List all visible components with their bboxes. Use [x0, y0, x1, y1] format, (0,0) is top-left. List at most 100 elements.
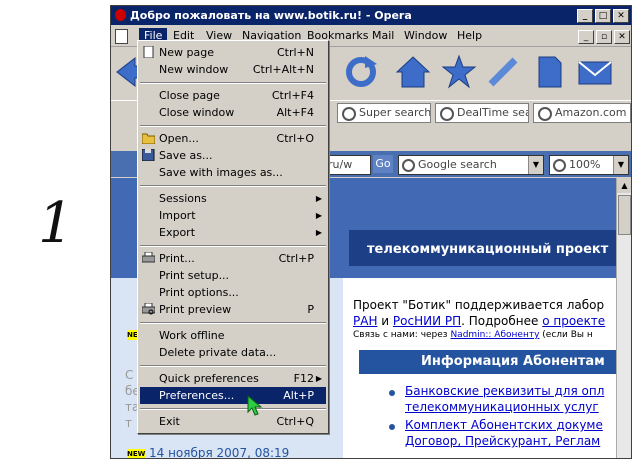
- menu-separator: [140, 125, 326, 127]
- menu-item-label: Quick preferences: [159, 372, 259, 385]
- menu-window[interactable]: Window: [404, 29, 447, 42]
- reload-icon[interactable]: [343, 54, 379, 90]
- file-menu-item-delete-private-data[interactable]: Delete private data...: [140, 344, 326, 361]
- print-preview-icon: [142, 303, 155, 315]
- chevron-down-icon[interactable]: ▼: [613, 156, 628, 174]
- about-project-link[interactable]: о проекте: [542, 314, 605, 328]
- super-search-field[interactable]: Super search: [337, 103, 431, 123]
- menu-separator: [140, 82, 326, 84]
- menu-item-label: Close page: [159, 89, 220, 102]
- menu-item-shortcut: Ctrl+Q: [276, 415, 314, 428]
- notes-pen-icon[interactable]: [485, 54, 521, 90]
- file-menu-item-save-as[interactable]: Save as...: [140, 147, 326, 164]
- document-page-icon[interactable]: [531, 54, 567, 90]
- amazon-search-field[interactable]: Amazon.com se: [533, 103, 631, 123]
- sidebar-fragment: т: [125, 416, 132, 430]
- bullet-link-1b[interactable]: телекоммуникационных услуг: [405, 400, 599, 414]
- bullet-link-1a[interactable]: Банковские реквизиты для опл: [405, 384, 604, 398]
- file-menu-item-sessions[interactable]: Sessions ▶: [140, 190, 326, 207]
- menu-separator: [140, 365, 326, 367]
- file-menu-item-work-offline[interactable]: Work offline: [140, 327, 326, 344]
- menu-item-label: Save as...: [159, 149, 213, 162]
- file-menu-item-print[interactable]: Print... Ctrl+P: [140, 250, 326, 267]
- menu-item-shortcut: Alt+F4: [276, 106, 314, 119]
- submenu-arrow-icon: ▶: [315, 374, 322, 383]
- menu-item-shortcut: Ctrl+P: [278, 252, 314, 265]
- menu-item-label: Open...: [159, 132, 199, 145]
- scroll-up-icon[interactable]: ▲: [617, 178, 631, 193]
- page-close-button[interactable]: ✕: [614, 30, 630, 44]
- dealtime-search-field[interactable]: DealTime search: [435, 103, 529, 123]
- bullet-icon: [389, 390, 395, 396]
- floppy-disk-icon: [142, 149, 155, 161]
- mail-icon[interactable]: [577, 54, 613, 90]
- file-menu-item-open[interactable]: Open... Ctrl+O: [140, 130, 326, 147]
- google-search-field[interactable]: Google search ▼: [398, 155, 544, 175]
- new-badge: NEW: [127, 449, 146, 458]
- go-button[interactable]: Go: [373, 155, 393, 173]
- file-menu-item-close-page[interactable]: Close page Ctrl+F4: [140, 87, 326, 104]
- title-bar: Добро пожаловать на www.botik.ru! - Oper…: [111, 6, 631, 25]
- document-icon[interactable]: [115, 29, 128, 44]
- file-menu-item-print-setup[interactable]: Print setup...: [140, 267, 326, 284]
- chevron-down-icon[interactable]: ▼: [528, 156, 543, 174]
- menu-separator: [140, 245, 326, 247]
- submenu-arrow-icon: ▶: [315, 228, 322, 237]
- ran-link[interactable]: РАН: [353, 314, 377, 328]
- menu-item-label: Exit: [159, 415, 180, 428]
- menu-item-label: Preferences...: [159, 389, 235, 402]
- intro-line-2: РАН и РосНИИ РП. Подробнее о проекте: [353, 314, 606, 328]
- address-field[interactable]: ru/w: [327, 155, 371, 175]
- close-button[interactable]: ✕: [613, 9, 629, 23]
- file-menu-item-exit[interactable]: Exit Ctrl+Q: [140, 413, 326, 430]
- menu-item-label: Delete private data...: [159, 346, 277, 359]
- sidebar-fragment: С: [125, 368, 134, 382]
- menu-item-label: Import: [159, 209, 196, 222]
- menu-item-label: Work offline: [159, 329, 225, 342]
- page-minimize-button[interactable]: _: [578, 30, 594, 44]
- rosnii-link[interactable]: РосНИИ РП: [393, 314, 461, 328]
- menu-item-label: Print preview: [159, 303, 232, 316]
- file-menu-item-close-window[interactable]: Close window Alt+F4: [140, 104, 326, 121]
- menu-item-shortcut: Ctrl+N: [276, 46, 314, 59]
- file-menu-item-save-with-images-as[interactable]: Save with images as...: [140, 164, 326, 181]
- bullet-icon: [389, 424, 395, 430]
- step-number: 1: [38, 191, 74, 256]
- search-icon: [440, 107, 454, 121]
- menu-item-label: Sessions: [159, 192, 207, 205]
- news-date: 14 ноября 2007, 08:19: [149, 446, 290, 458]
- file-menu-item-quick-preferences[interactable]: Quick preferences F12 ▶: [140, 370, 326, 387]
- file-menu-item-import[interactable]: Import ▶: [140, 207, 326, 224]
- contact-link[interactable]: Nadmin:: Абоненту: [450, 330, 539, 340]
- bullet-link-2b[interactable]: Договор, Прейскурант, Реглам: [405, 434, 600, 448]
- file-menu-item-new-page[interactable]: New page Ctrl+N: [140, 44, 326, 61]
- menu-separator: [140, 322, 326, 324]
- menu-item-label: New window: [159, 63, 229, 76]
- file-menu-item-print-options[interactable]: Print options...: [140, 284, 326, 301]
- menu-item-shortcut: Ctrl+O: [276, 132, 314, 145]
- menu-item-label: Close window: [159, 106, 235, 119]
- file-menu-item-export[interactable]: Export ▶: [140, 224, 326, 241]
- menu-item-label: Save with images as...: [159, 166, 283, 179]
- zoom-field[interactable]: 100% ▼: [549, 155, 629, 175]
- menu-help[interactable]: Help: [457, 29, 482, 42]
- zoom-icon: [553, 159, 566, 172]
- menu-item-label: Print setup...: [159, 269, 230, 282]
- file-menu-item-print-preview[interactable]: Print preview P: [140, 301, 326, 318]
- menu-item-shortcut: P: [307, 303, 314, 316]
- search-icon: [402, 159, 415, 172]
- menu-separator: [140, 408, 326, 410]
- page-restore-button[interactable]: ▫: [596, 30, 612, 44]
- maximize-button[interactable]: □: [595, 9, 611, 23]
- file-menu-item-new-window[interactable]: New window Ctrl+Alt+N: [140, 61, 326, 78]
- bullet-link-2a[interactable]: Комплект Абонентских докуме: [405, 418, 603, 432]
- file-menu-item-preferences[interactable]: Preferences... Alt+P: [140, 387, 326, 404]
- opera-logo-icon: [115, 9, 126, 21]
- menu-mail[interactable]: Mail: [372, 29, 394, 42]
- minimize-button[interactable]: _: [577, 9, 593, 23]
- bookmark-star-icon[interactable]: [441, 54, 477, 90]
- vertical-scrollbar[interactable]: ▲: [616, 178, 631, 458]
- home-icon[interactable]: [395, 54, 431, 90]
- intro-line-1: Проект "Ботик" поддерживается лабор: [353, 298, 605, 312]
- scroll-thumb[interactable]: [618, 195, 631, 235]
